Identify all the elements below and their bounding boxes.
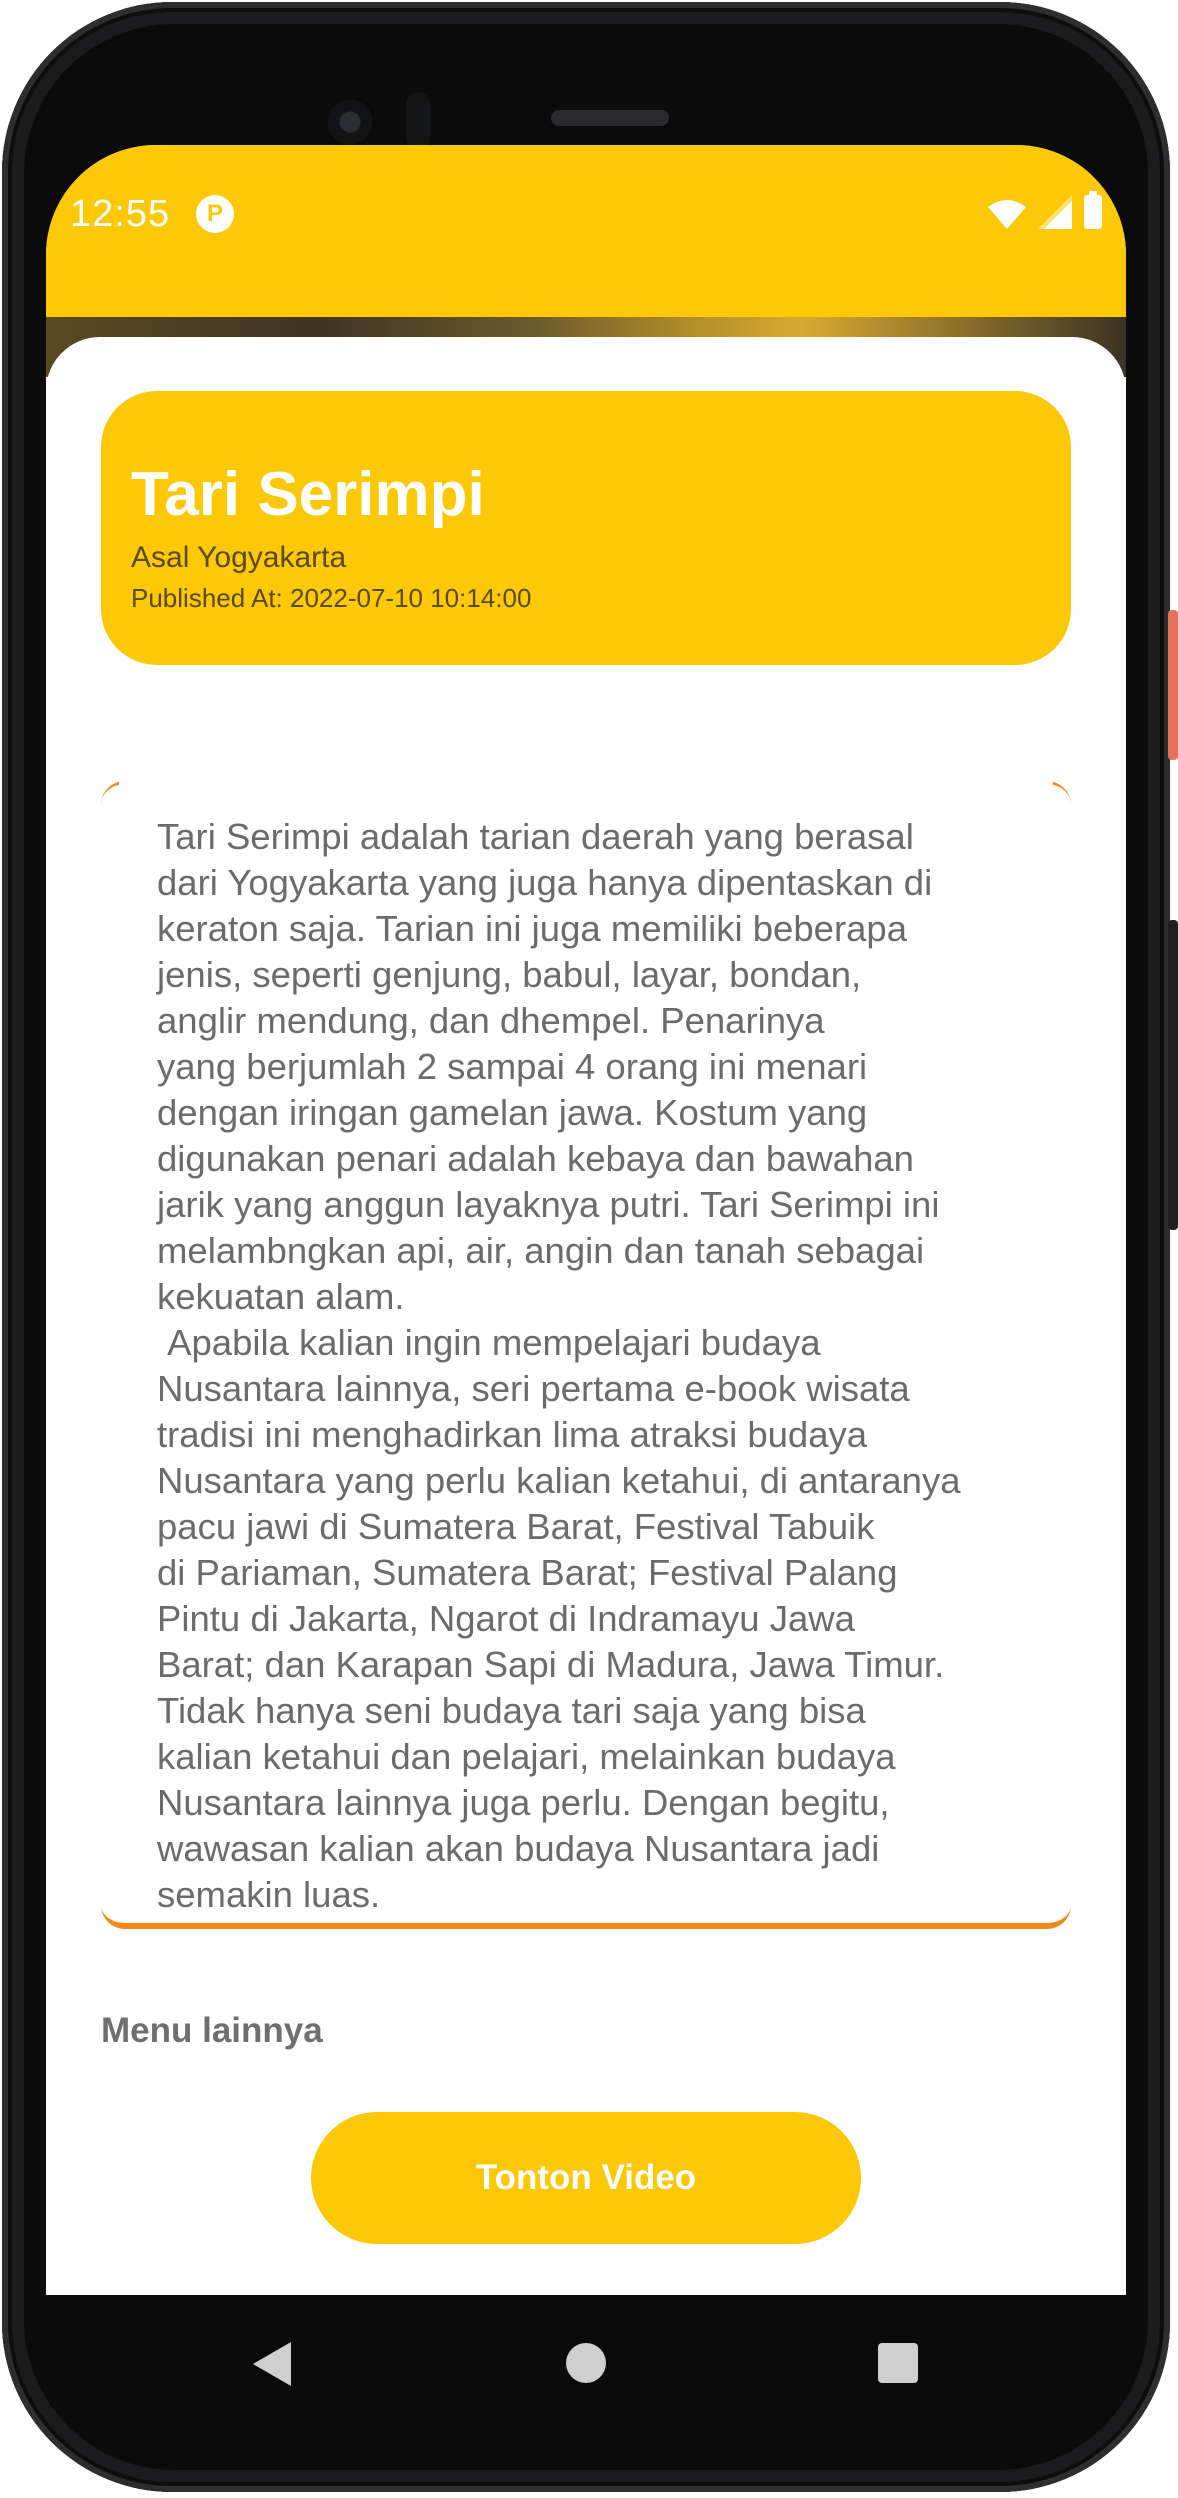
published-date: Published At: 2022-07-10 10:14:00: [131, 583, 532, 613]
earpiece-speaker: [551, 110, 669, 126]
battery-icon: [1084, 191, 1102, 229]
origin-text: Asal Yogyakarta: [131, 541, 347, 574]
status-time: 12:55: [70, 193, 171, 235]
description-text: Tari Serimpi adalah tarian daerah yang b…: [157, 816, 961, 1915]
navigation-bar: [46, 2295, 1126, 2425]
status-bar: 12:55 P: [46, 145, 1126, 317]
detail-sheet: Tari Serimpi Asal Yogyakarta Published A…: [46, 337, 1126, 2295]
wifi-icon: [988, 200, 1026, 229]
recents-icon[interactable]: [878, 2343, 918, 2383]
signal-icon: [1038, 195, 1072, 229]
description-card[interactable]: Tari Serimpi adalah tarian daerah yang b…: [101, 780, 1071, 1929]
system-icons: [988, 191, 1102, 229]
screen: 12:55 P Tari Serimpi Asal Yogyakarta Pub…: [46, 145, 1126, 2295]
home-icon[interactable]: [566, 2343, 606, 2383]
proximity-sensor: [406, 92, 430, 150]
card-top-mask: [119, 780, 1053, 790]
menu-section-label: Menu lainnya: [101, 2011, 323, 2050]
page-title: Tari Serimpi: [131, 460, 485, 529]
front-camera: [324, 96, 376, 148]
header-card: Tari Serimpi Asal Yogyakarta Published A…: [101, 391, 1071, 665]
watch-video-button[interactable]: Tonton Video: [311, 2112, 861, 2244]
volume-button: [1168, 920, 1178, 1230]
back-icon[interactable]: [253, 2342, 291, 2386]
app-notification-icon: P: [196, 195, 234, 233]
power-button: [1168, 610, 1178, 760]
